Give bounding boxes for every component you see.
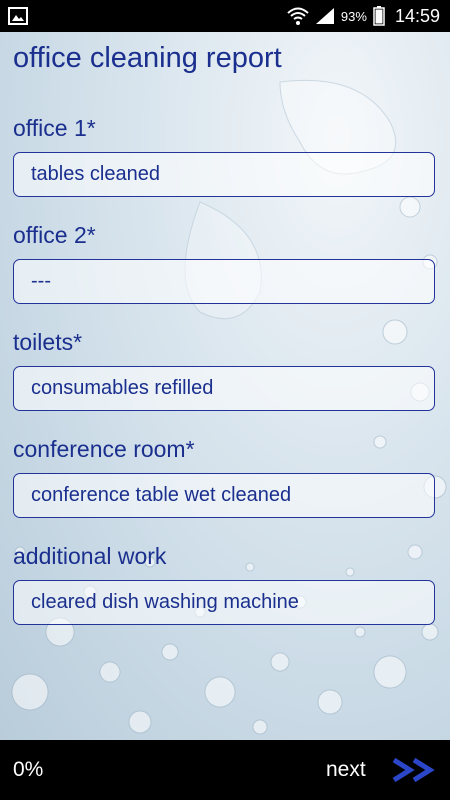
progress-text: 0% bbox=[13, 758, 44, 781]
bottom-bar: 0% next bbox=[0, 740, 450, 800]
conference-room-label: conference room* bbox=[13, 436, 195, 462]
next-button[interactable]: next bbox=[326, 758, 366, 782]
office-2-label: office 2* bbox=[13, 222, 96, 248]
office-2-field[interactable]: --- bbox=[13, 259, 435, 304]
double-chevron-right-icon[interactable] bbox=[391, 757, 437, 783]
page-title: office cleaning report bbox=[13, 42, 282, 74]
office-1-label: office 1* bbox=[13, 115, 96, 141]
toilets-field[interactable]: consumables refilled bbox=[13, 366, 435, 411]
battery-icon bbox=[373, 6, 385, 26]
additional-work-label: additional work bbox=[13, 543, 167, 569]
conference-room-field[interactable]: conference table wet cleaned bbox=[13, 473, 435, 518]
wifi-icon bbox=[287, 7, 309, 25]
office-1-field[interactable]: tables cleaned bbox=[13, 152, 435, 197]
signal-icon bbox=[315, 8, 334, 24]
status-bar: 93% 14:59 bbox=[0, 0, 450, 32]
additional-work-field[interactable]: cleared dish washing machine bbox=[13, 580, 435, 625]
image-icon bbox=[8, 7, 28, 25]
toilets-label: toilets* bbox=[13, 329, 83, 355]
clock: 14:59 bbox=[394, 5, 440, 26]
form-screen: office cleaning report office 1* tables … bbox=[0, 32, 450, 740]
battery-percent: 93% bbox=[340, 8, 367, 24]
